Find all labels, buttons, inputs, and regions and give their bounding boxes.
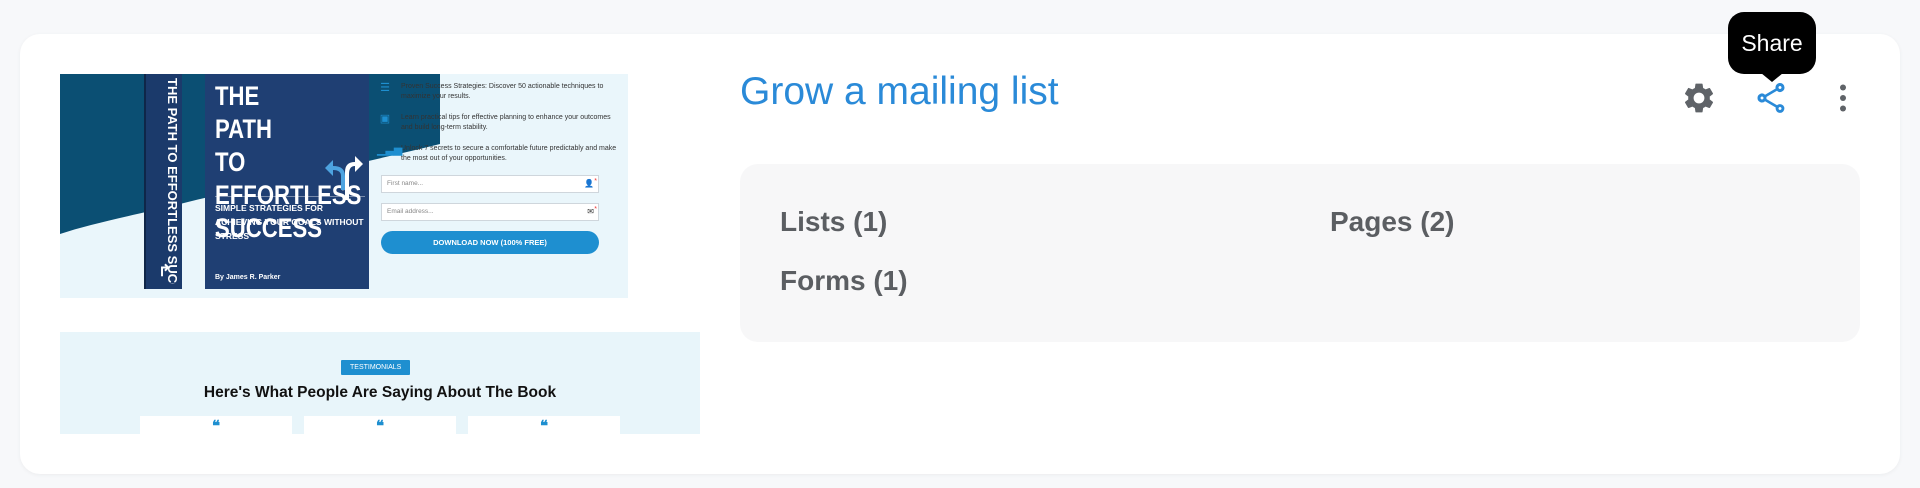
book-logo-icon: ↱ <box>158 263 172 280</box>
share-tooltip: Share <box>1728 12 1816 74</box>
user-icon: 👤 <box>584 179 594 188</box>
email-placeholder: Email address... <box>387 208 434 215</box>
feature-text: Unlock 7 secrets to secure a comfortable… <box>401 145 617 162</box>
share-icon <box>1757 82 1785 113</box>
feature-item: ▣ Learn practical tips for effective pla… <box>373 113 618 133</box>
book-cover-subtitle: SIMPLE STRATEGIES FOR ACHIEVING YOUR GOA… <box>215 196 365 243</box>
mail-icon: ✉ <box>587 207 594 216</box>
email-field: Email address... ✉ * <box>381 203 599 221</box>
first-name-field: First name... 👤 * <box>381 175 599 193</box>
funnel-stats-panel: Lists (1) Pages (2) Forms (1) <box>740 164 1860 342</box>
book-author: By James R. Parker <box>215 274 281 281</box>
quote-icon: ❝ <box>539 418 549 434</box>
feature-item: ☰ Proven Success Strategies: Discover 50… <box>373 82 618 102</box>
required-marker: * <box>594 178 597 185</box>
gear-icon <box>1684 83 1714 113</box>
first-name-placeholder: First name... <box>387 180 424 187</box>
more-vert-icon <box>1840 84 1846 112</box>
required-marker: * <box>594 206 597 213</box>
quote-icon: ❝ <box>375 418 385 434</box>
feature-list: ☰ Proven Success Strategies: Discover 50… <box>373 82 618 254</box>
pages-count-link[interactable]: Pages (2) <box>1330 206 1455 238</box>
money-icon: ▣ <box>379 113 391 125</box>
feature-text: Proven Success Strategies: Discover 50 a… <box>401 83 604 100</box>
list-icon: ☰ <box>380 82 390 94</box>
testimonials-title: Here's What People Are Saying About The … <box>203 384 557 401</box>
funnel-preview-thumbnail[interactable]: THE PATH TO EFFORTLESS SUCCESS ↱ THE PAT… <box>60 74 700 434</box>
settings-button[interactable] <box>1677 76 1721 120</box>
fork-arrow-icon <box>325 156 363 200</box>
book-cover: THE PATH TO EFFORTLESS SUCCESS SIMPLE ST… <box>205 74 369 289</box>
quote-icon: ❝ <box>211 418 221 434</box>
funnel-title[interactable]: Grow a mailing list <box>740 70 1059 114</box>
download-button: DOWNLOAD NOW (100% FREE) <box>381 231 599 254</box>
preview-hero-section: THE PATH TO EFFORTLESS SUCCESS ↱ THE PAT… <box>60 74 628 298</box>
feature-text: Learn practical tips for effective plann… <box>401 114 611 131</box>
tooltip-tail <box>1761 73 1783 82</box>
book-spine-title: THE PATH TO EFFORTLESS SUCCESS <box>165 78 180 284</box>
testimonial-card: ❝ <box>140 416 292 434</box>
book-spine: THE PATH TO EFFORTLESS SUCCESS ↱ <box>144 74 182 289</box>
forms-count-link[interactable]: Forms (1) <box>780 265 908 297</box>
testimonial-card: ❝ <box>468 416 620 434</box>
bar-chart-icon: ▁▃▅ <box>377 144 403 156</box>
testimonials-section: TESTIMONIALS Here's What People Are Sayi… <box>60 332 700 434</box>
testimonial-card: ❝ <box>304 416 456 434</box>
more-options-button[interactable] <box>1821 76 1865 120</box>
lists-count-link[interactable]: Lists (1) <box>780 206 887 238</box>
feature-item: ▁▃▅ Unlock 7 secrets to secure a comfort… <box>373 144 618 164</box>
testimonials-badge: TESTIMONIALS <box>341 360 411 375</box>
share-button[interactable] <box>1749 76 1793 120</box>
